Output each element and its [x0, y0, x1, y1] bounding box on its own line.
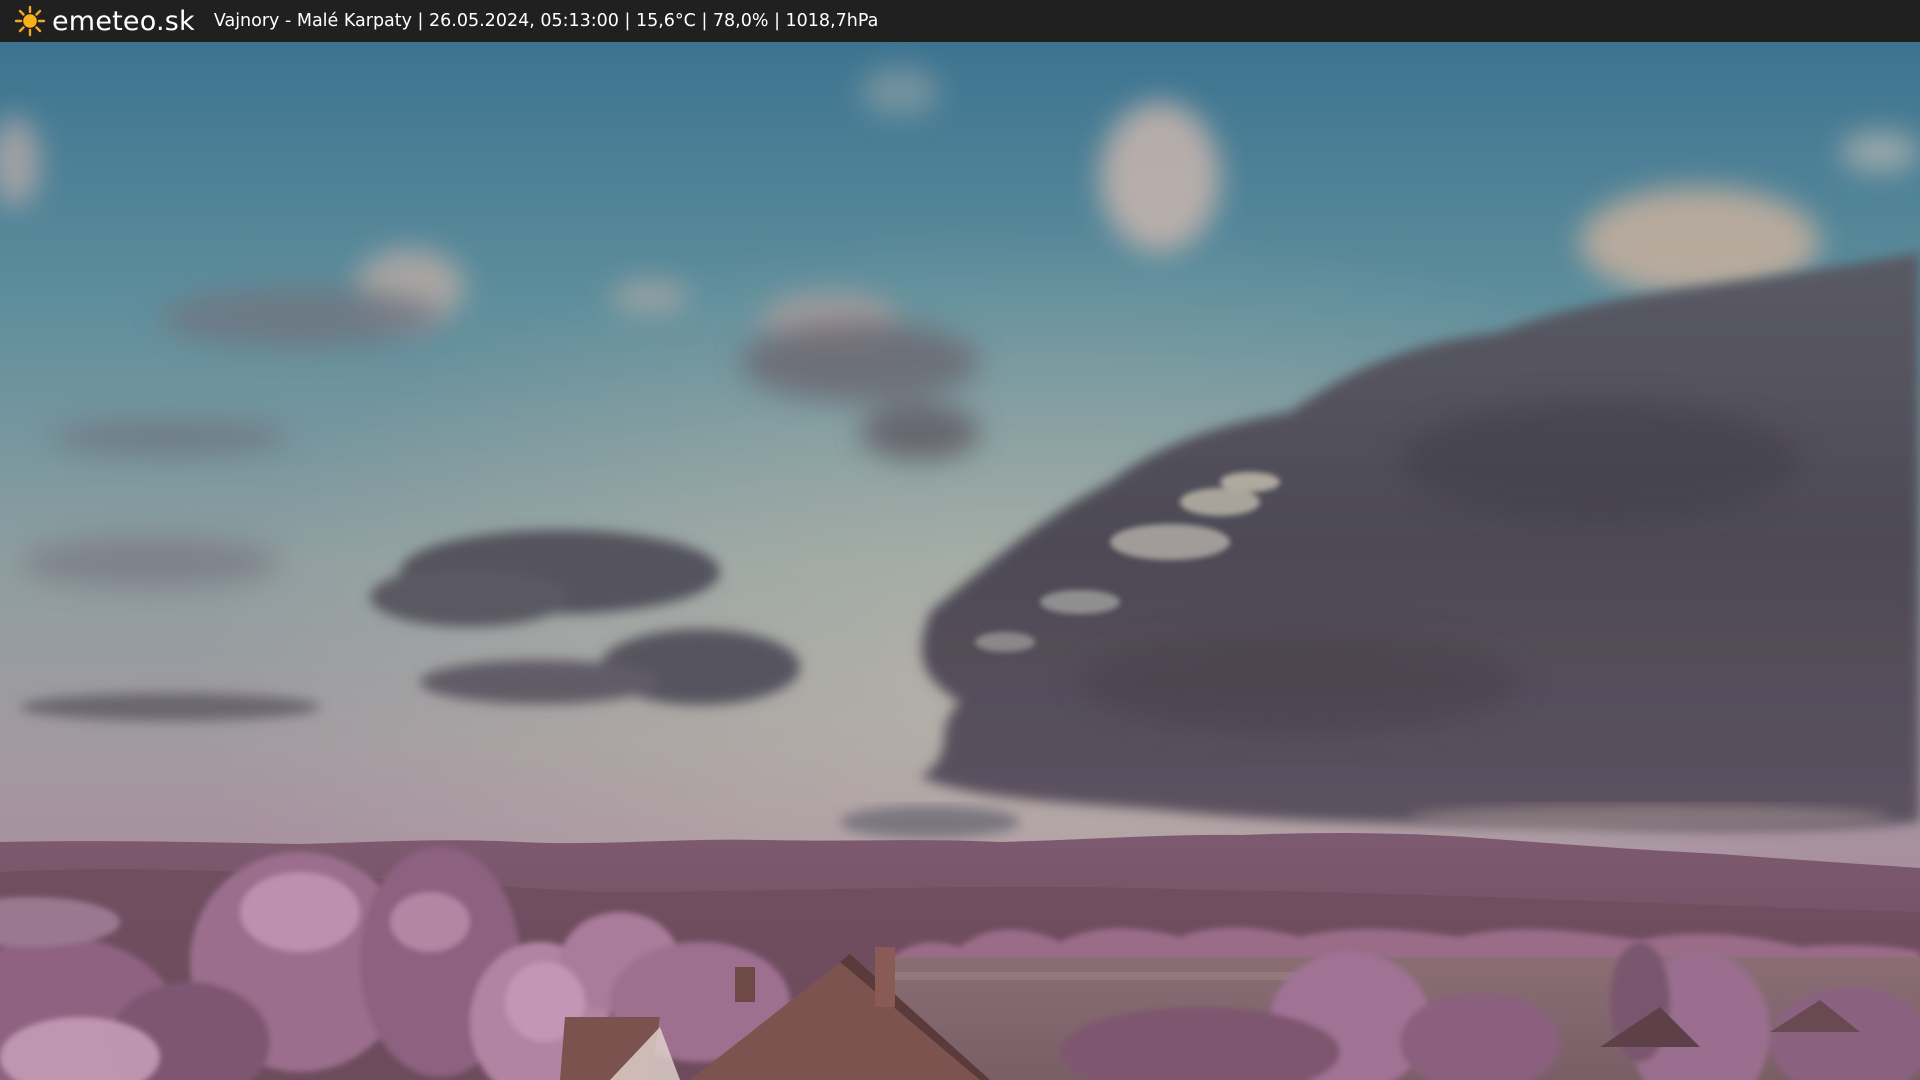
- webcam-image: [0, 42, 1920, 1080]
- brand-name: emeteo.sk: [52, 5, 195, 37]
- webcam-frame: emeteo.sk Vajnory - Malé Karpaty | 26.05…: [0, 0, 1920, 1080]
- logo[interactable]: emeteo.sk: [14, 5, 195, 37]
- sun-icon: [14, 5, 46, 37]
- station-info: Vajnory - Malé Karpaty | 26.05.2024, 05:…: [213, 11, 879, 31]
- header-bar: emeteo.sk Vajnory - Malé Karpaty | 26.05…: [0, 0, 1920, 42]
